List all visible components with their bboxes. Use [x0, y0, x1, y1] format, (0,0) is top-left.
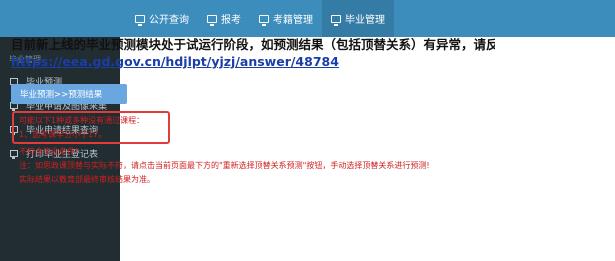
result-message: 可能以下1种或多种没有通过课程：	[19, 116, 145, 125]
top-navbar: 公开查询 报考 考籍管理 毕业管理	[0, 0, 615, 37]
monitor-icon	[135, 14, 145, 26]
nav-item-records[interactable]: 考籍管理	[250, 0, 322, 37]
nav-item-label: 毕业管理	[345, 15, 385, 26]
result-message: 不符合毕业条件!	[19, 147, 79, 156]
nav-item-label: 考籍管理	[273, 15, 313, 26]
notice-text: 目前新上线的毕业预测模块处于试运行阶段，如预测结果（包括顶替关系）有异常，请反馈…	[11, 37, 495, 52]
result-message: 1、选考课学分小于17。	[19, 130, 107, 139]
tab-forecast-result[interactable]: 毕业预测>>预测结果	[11, 84, 127, 104]
monitor-icon	[207, 14, 217, 26]
nav-item-label: 公开查询	[149, 15, 189, 26]
main-content	[120, 37, 615, 261]
monitor-icon	[331, 14, 341, 26]
feedback-link[interactable]: https://eea.gd.gov.cn/hdjlpt/yjzj/answer…	[11, 54, 339, 69]
nav-item-registration[interactable]: 报考	[198, 0, 250, 37]
result-disclaimer: 实际结果以教育部最终审核结果为准。	[19, 175, 155, 184]
result-note: 注：如思政课顶替与实际不符，请点击当前页面最下方的"重新选择顶替关系预测"按钮，…	[19, 161, 430, 170]
nav-item-label: 报考	[221, 15, 241, 26]
nav-item-graduation[interactable]: 毕业管理	[322, 0, 394, 37]
main-nav: 公开查询 报考 考籍管理 毕业管理	[126, 0, 394, 37]
monitor-icon	[10, 149, 18, 159]
nav-item-public-query[interactable]: 公开查询	[126, 0, 198, 37]
logo-area	[0, 0, 120, 37]
monitor-icon	[259, 14, 269, 26]
